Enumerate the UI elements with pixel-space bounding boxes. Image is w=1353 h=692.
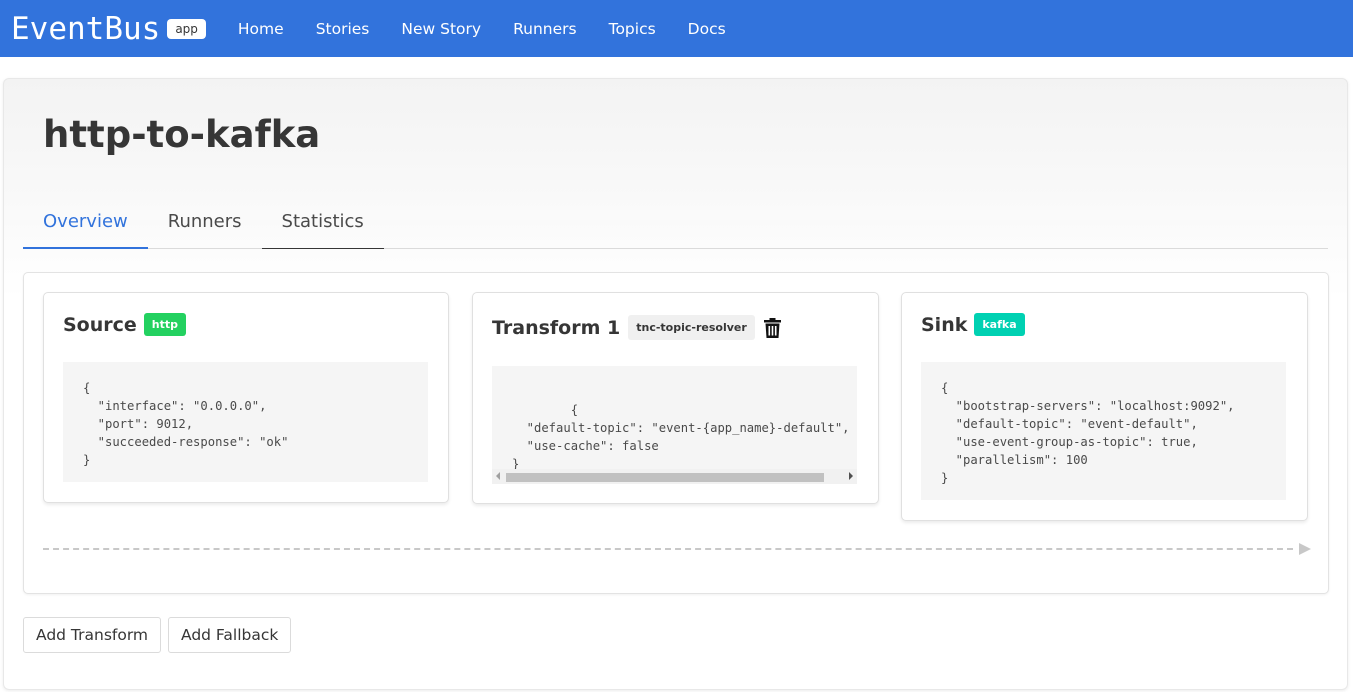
- story-panel: http-to-kafka Overview Runners Statistic…: [3, 78, 1348, 690]
- brand-app-tag: app: [167, 18, 206, 39]
- page-title: http-to-kafka: [43, 113, 321, 156]
- brand-logo-text[interactable]: EventBus: [11, 11, 160, 47]
- scroll-right-icon[interactable]: [849, 472, 853, 480]
- nav-item-topics[interactable]: Topics: [593, 20, 672, 38]
- source-card-header: Source http: [63, 313, 187, 336]
- trash-icon[interactable]: [763, 317, 781, 338]
- flow-connector-line: [43, 548, 1293, 550]
- nav-item-new-story[interactable]: New Story: [385, 20, 497, 38]
- nav-item-docs[interactable]: Docs: [672, 20, 742, 38]
- source-card: Source http { "interface": "0.0.0.0", "p…: [43, 292, 449, 503]
- tab-statistics[interactable]: Statistics: [261, 205, 384, 249]
- tab-runners[interactable]: Runners: [148, 205, 262, 249]
- scroll-thumb[interactable]: [506, 473, 824, 482]
- sink-type-tag: kafka: [974, 313, 1025, 336]
- source-title: Source: [63, 313, 137, 336]
- nav-item-stories[interactable]: Stories: [300, 20, 386, 38]
- nav-item-home[interactable]: Home: [222, 20, 300, 38]
- tab-overview[interactable]: Overview: [23, 205, 148, 249]
- transform-config-scrollbar[interactable]: [492, 469, 857, 484]
- sink-title: Sink: [921, 313, 968, 336]
- sink-card: Sink kafka { "bootstrap-servers": "local…: [901, 292, 1308, 521]
- transform-card-header: Transform 1 tnc-topic-resolver: [492, 315, 781, 340]
- transform-config-text: { "default-topic": "event-{app_name}-def…: [512, 403, 850, 471]
- add-transform-button[interactable]: Add Transform: [23, 617, 162, 653]
- sink-config: { "bootstrap-servers": "localhost:9092",…: [921, 362, 1286, 500]
- add-fallback-button[interactable]: Add Fallback: [168, 617, 292, 653]
- transform-config[interactable]: { "default-topic": "event-{app_name}-def…: [492, 366, 857, 484]
- transform-title: Transform 1: [492, 316, 621, 339]
- source-type-tag: http: [143, 313, 187, 336]
- source-config: { "interface": "0.0.0.0", "port": 9012, …: [63, 362, 428, 482]
- nav-item-runners[interactable]: Runners: [497, 20, 593, 38]
- sink-card-header: Sink kafka: [921, 313, 1025, 336]
- story-flow: Source http { "interface": "0.0.0.0", "p…: [23, 272, 1329, 594]
- flow-arrow-icon: [1299, 543, 1311, 555]
- story-tabs: Overview Runners Statistics: [23, 205, 1328, 249]
- nav-menu: Home Stories New Story Runners Topics Do…: [222, 20, 742, 38]
- scroll-left-icon[interactable]: [496, 472, 500, 480]
- transform-type-tag: tnc-topic-resolver: [628, 315, 755, 340]
- brand[interactable]: EventBus app: [11, 11, 206, 47]
- transform-card: Transform 1 tnc-topic-resolver { "defaul…: [472, 292, 879, 504]
- top-navbar: EventBus app Home Stories New Story Runn…: [0, 0, 1353, 57]
